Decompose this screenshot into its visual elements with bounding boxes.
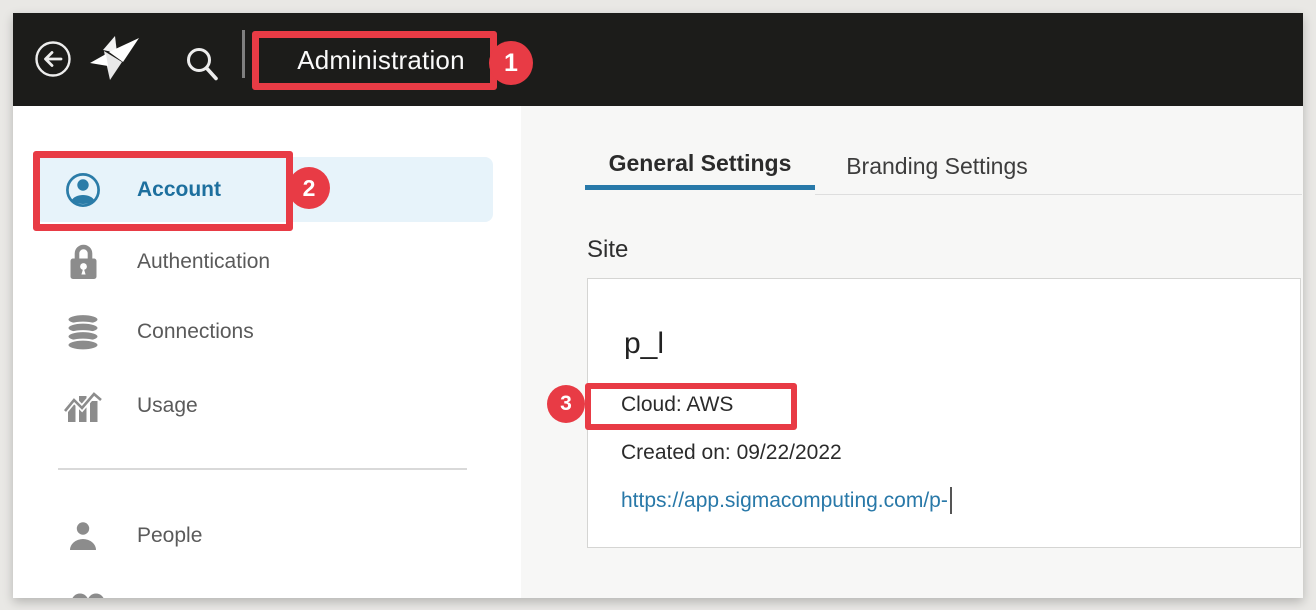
topbar-divider <box>242 30 245 78</box>
site-info-card: p_l Cloud: AWS Created on: 09/22/2022 ht… <box>587 278 1301 548</box>
sidebar-divider <box>58 468 467 470</box>
site-cloud-value: Cloud: AWS <box>621 393 733 417</box>
lock-icon <box>63 243 103 281</box>
sidebar-item-connections[interactable]: Connections <box>35 299 493 364</box>
person-icon <box>63 520 103 552</box>
sidebar-item-people[interactable]: People <box>35 503 493 568</box>
sidebar-item-account[interactable]: Account <box>35 157 493 222</box>
text-cursor <box>950 487 952 514</box>
search-icon[interactable] <box>183 45 223 90</box>
tab-branding-settings[interactable]: Branding Settings <box>827 142 1047 190</box>
page-title: Administration <box>252 31 510 90</box>
site-created-value: Created on: 09/22/2022 <box>621 441 842 465</box>
sidebar-item-usage[interactable]: Usage <box>35 373 493 438</box>
admin-sidebar: Account Authentication <box>13 106 521 598</box>
top-navigation-bar: Administration <box>13 13 1303 106</box>
tab-bar-baseline <box>815 194 1302 196</box>
tab-general-settings[interactable]: General Settings <box>585 142 815 190</box>
site-section-title: Site <box>587 236 628 264</box>
usage-chart-icon <box>63 387 103 425</box>
database-icon <box>63 313 103 351</box>
sidebar-item-label: Connections <box>137 320 254 344</box>
sidebar-item-label: Authentication <box>137 250 270 274</box>
sidebar-item-authentication[interactable]: Authentication <box>35 229 493 294</box>
app-window: Administration Account <box>13 13 1303 598</box>
back-icon[interactable] <box>33 39 73 84</box>
sidebar-item-label: Usage <box>137 394 198 418</box>
tab-label: General Settings <box>609 150 792 177</box>
site-url-text: https://app.sigmacomputing.com/p- <box>621 489 948 513</box>
clipped-sidebar-icon <box>70 583 110 598</box>
site-url-link[interactable]: https://app.sigmacomputing.com/p- <box>621 487 952 514</box>
sidebar-item-label: People <box>137 524 202 548</box>
tab-label: Branding Settings <box>846 153 1028 180</box>
sigma-logo[interactable] <box>90 35 140 86</box>
sidebar-item-label: Account <box>137 178 221 202</box>
site-name: p_l <box>624 327 664 361</box>
admin-main-panel: General Settings Branding Settings Site … <box>521 106 1303 598</box>
account-icon <box>63 172 103 208</box>
